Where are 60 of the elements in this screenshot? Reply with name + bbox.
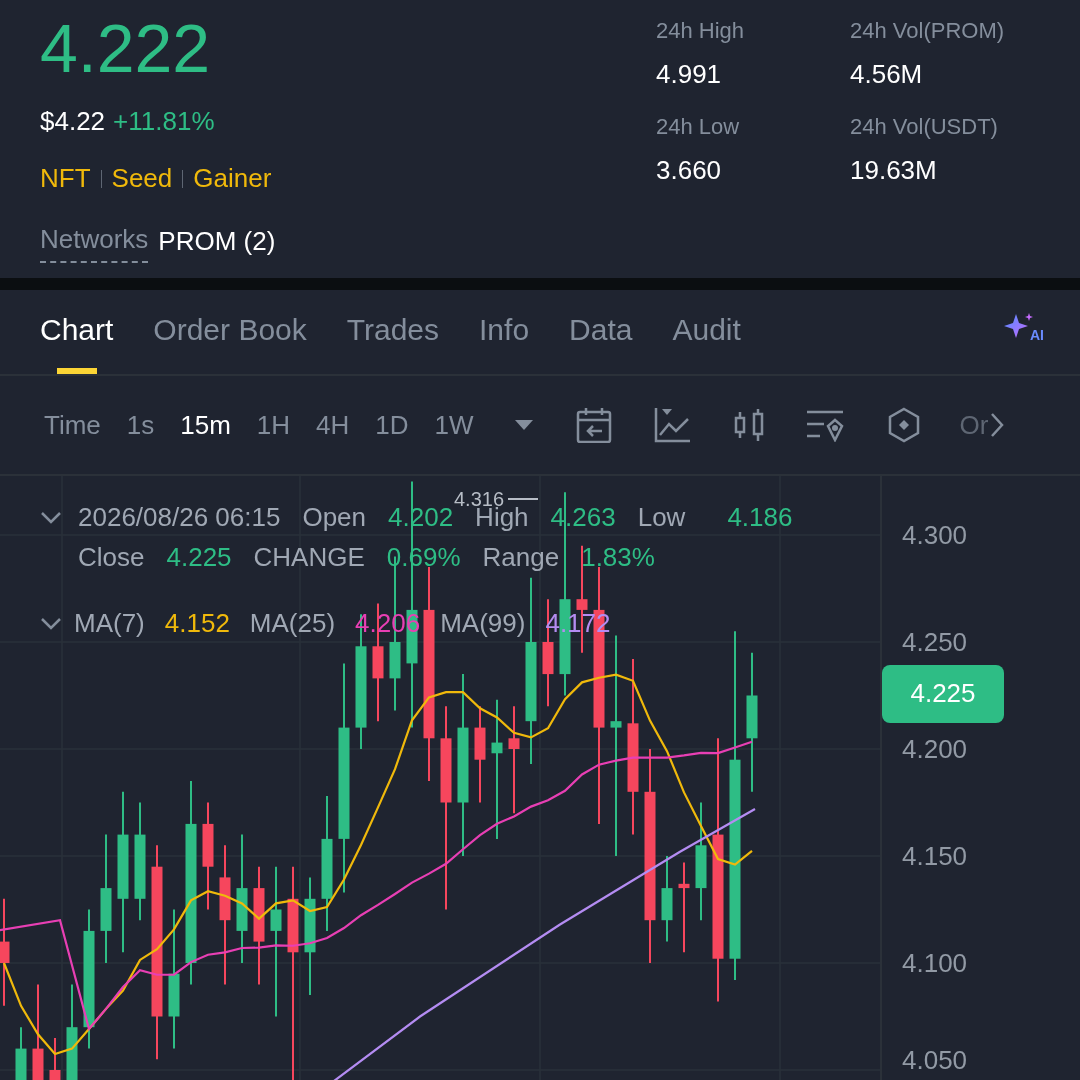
interval-tab[interactable]: 4H [316,405,350,445]
price-axis-label: 4.150 [902,841,968,871]
tab[interactable]: Trades [346,307,440,374]
ohlc-value: 4.225 [166,541,232,574]
chevron-down-icon[interactable] [40,616,62,631]
stat-value: 4.991 [656,58,723,91]
tab[interactable]: Audit [672,307,741,374]
networks-value[interactable]: PROM (2) [158,220,276,261]
last-price: 4.222 [40,9,212,88]
interval-label: Time [44,408,101,442]
ohlc-label: Range [482,541,560,574]
last-price-tag: 4.225 [882,664,1004,723]
interval-tab[interactable]: 1D [375,405,409,445]
tab[interactable]: Order Book [153,307,307,374]
ohlc-label: Open [302,501,367,534]
stat-label: 24h High [656,17,746,45]
stat-label: 24h Vol(USDT) [850,113,999,141]
candlestick-icon[interactable] [733,408,764,442]
networks-label[interactable]: Networks [40,220,149,263]
line-chart-icon[interactable] [653,407,692,443]
category-tag[interactable]: NFT [40,159,91,198]
ohlc-value: 4.186 [727,501,793,534]
price-axis-label: 4.250 [902,627,968,657]
interval-tab[interactable]: 1s [126,405,155,445]
ohlc-label: CHANGE [253,541,365,574]
tab[interactable]: Chart [40,307,114,374]
calendar-icon[interactable] [575,407,612,443]
stat-value: 19.63M [850,154,938,187]
tab[interactable]: Info [479,307,530,374]
chevron-down-icon[interactable] [40,511,62,525]
interval-tab[interactable]: 1W [434,405,474,445]
ma-value: 4.152 [164,607,230,640]
price-axis-label: 4.100 [902,948,968,978]
candle [49,1036,61,1080]
stat-value: 4.56M [850,58,924,91]
ohlc-label: Low [637,501,686,534]
interval-tab[interactable]: 15m [180,405,231,445]
tab[interactable]: Data [569,307,633,374]
chevron-right-icon[interactable] [988,412,1005,438]
stat-label: 24h Vol(PROM) [850,17,1006,45]
ohlc-value: 1.83% [581,541,655,574]
interval-tab[interactable]: 1H [256,405,291,445]
candle-time: 2026/08/26 06:15 [78,501,281,534]
price-axis-label: 4.050 [902,1045,968,1075]
indicator-settings-icon[interactable] [805,408,844,442]
price-axis-label: 4.300 [902,520,968,550]
ma-label: MA(25) [249,607,336,640]
fiat-price: $4.22 [40,105,106,138]
price-axis-label: 4.200 [902,734,968,764]
price-change: +11.81% [113,105,215,138]
ma-label: MA(99) [440,607,526,640]
category-tag[interactable]: Gainer [193,159,272,198]
stat-value: 3.660 [656,154,723,187]
ma-label: MA(7) [74,607,145,640]
category-tag[interactable]: Seed [111,159,173,198]
ohlc-label: Close [78,541,145,574]
more-tools-label[interactable]: Or [959,405,989,445]
ai-button[interactable]: AI [1004,312,1044,346]
candle [15,1026,27,1080]
stat-label: 24h Low [656,113,741,141]
